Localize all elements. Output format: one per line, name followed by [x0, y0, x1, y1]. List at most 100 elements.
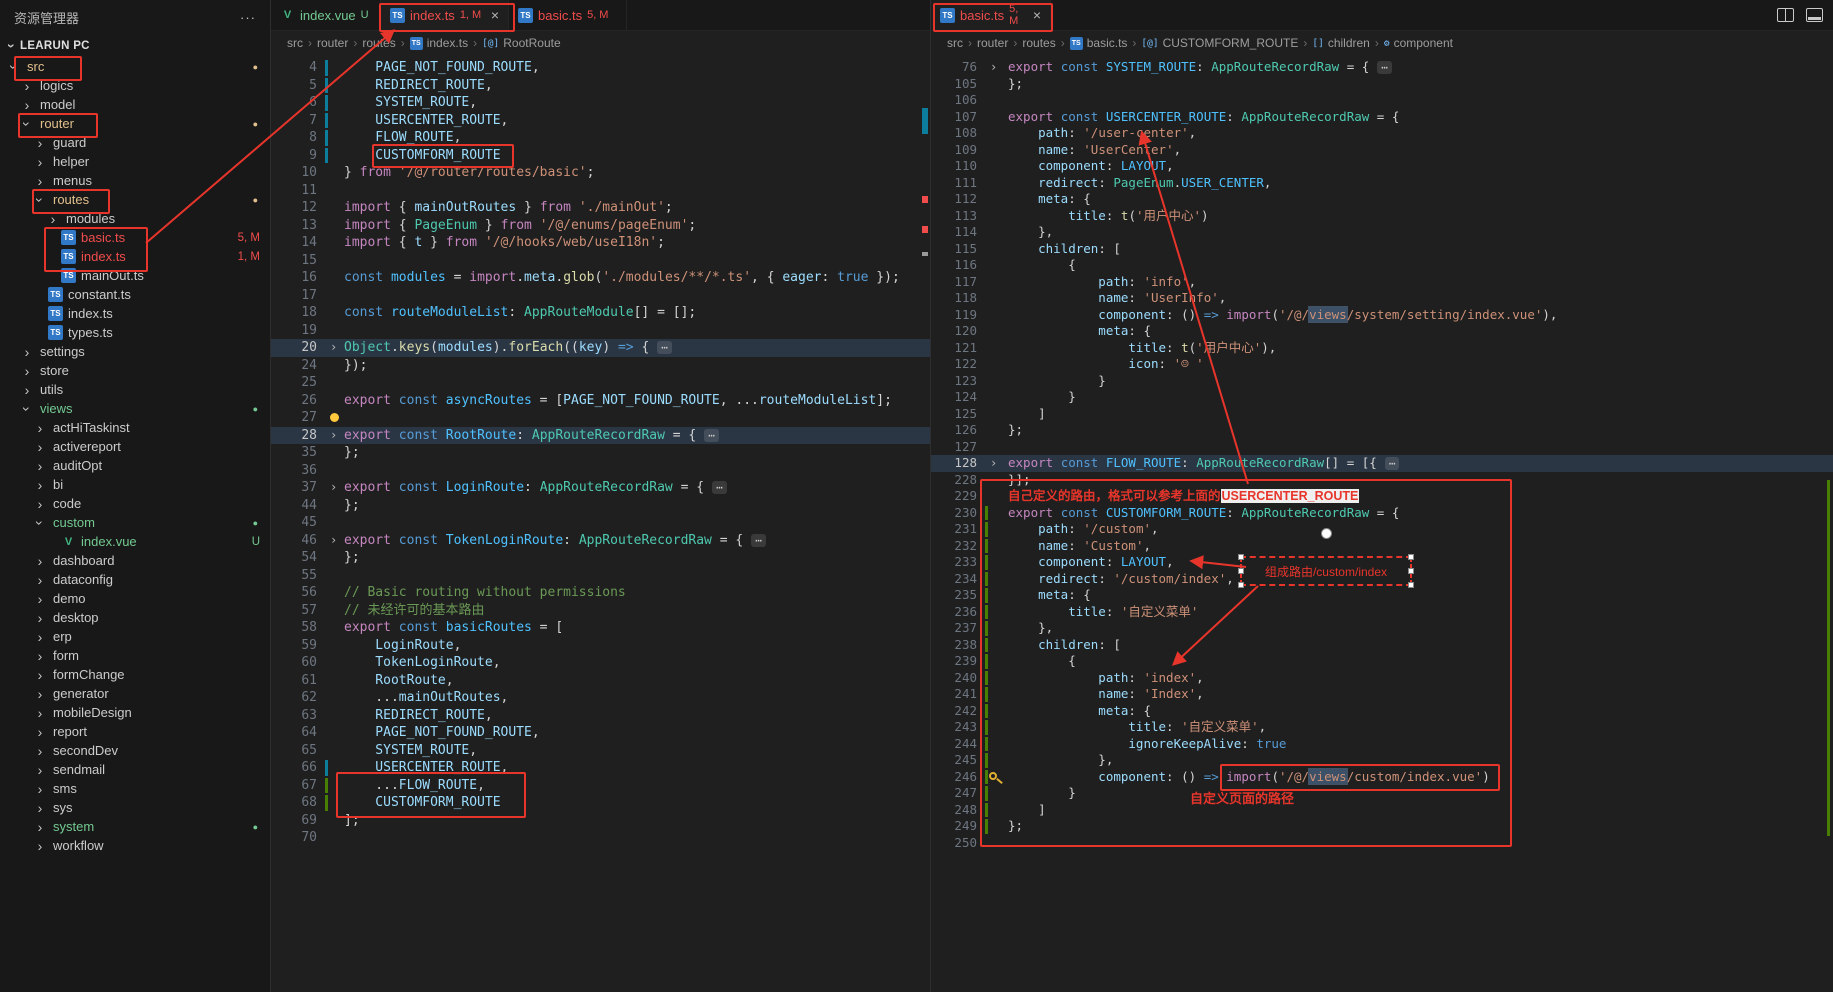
tab-index.ts[interactable]: TSindex.ts1, M× — [381, 0, 509, 30]
line-number[interactable]: 239 — [931, 653, 977, 670]
line-number[interactable]: 124 — [931, 389, 977, 406]
line-number[interactable]: 69 — [271, 812, 317, 830]
chevron-down-icon[interactable]: › — [33, 192, 47, 208]
chevron-right-icon[interactable]: › — [32, 649, 48, 663]
breadcrumb-item-component[interactable]: ⚙component — [1384, 36, 1453, 50]
tab-index.vue[interactable]: Vindex.vueU — [271, 0, 381, 30]
tree-item-demo[interactable]: ›demo — [0, 589, 270, 608]
line-number[interactable]: 113 — [931, 208, 977, 225]
line-number[interactable]: 230 — [931, 505, 977, 522]
line-number[interactable]: 125 — [931, 406, 977, 423]
line-number[interactable]: 229 — [931, 488, 977, 505]
chevron-right-icon[interactable]: › — [32, 839, 48, 853]
tree-item-utils[interactable]: ›utils — [0, 380, 270, 399]
tree-item-bi[interactable]: ›bi — [0, 475, 270, 494]
tree-item-constant.ts[interactable]: TSconstant.ts — [0, 285, 270, 304]
tree-item-dataconfig[interactable]: ›dataconfig — [0, 570, 270, 589]
line-number[interactable]: 120 — [931, 323, 977, 340]
line-number[interactable]: 232 — [931, 538, 977, 555]
line-number[interactable]: 234 — [931, 571, 977, 588]
line-number[interactable]: 242 — [931, 703, 977, 720]
chevron-right-icon[interactable]: › — [32, 554, 48, 568]
tree-item-code[interactable]: ›code — [0, 494, 270, 513]
breadcrumb-item-src[interactable]: src — [947, 36, 963, 50]
tree-item-logics[interactable]: ›logics — [0, 76, 270, 95]
tree-item-custom[interactable]: ›custom● — [0, 513, 270, 532]
tree-item-formChange[interactable]: ›formChange — [0, 665, 270, 684]
explorer-more-button[interactable]: ··· — [240, 10, 256, 25]
line-number[interactable]: 45 — [271, 514, 317, 532]
chevron-right-icon[interactable]: › — [32, 630, 48, 644]
tree-item-secondDev[interactable]: ›secondDev — [0, 741, 270, 760]
line-number[interactable]: 25 — [271, 374, 317, 392]
line-number[interactable]: 106 — [931, 92, 977, 109]
line-number[interactable]: 54 — [271, 549, 317, 567]
tree-item-router[interactable]: ›router● — [0, 114, 270, 133]
tree-item-sms[interactable]: ›sms — [0, 779, 270, 798]
line-number[interactable]: 105 — [931, 76, 977, 93]
line-number[interactable]: 4 — [271, 59, 317, 77]
line-number[interactable]: 247 — [931, 785, 977, 802]
line-number[interactable]: 37 — [271, 479, 317, 497]
tree-item-report[interactable]: ›report — [0, 722, 270, 741]
line-number[interactable]: 128 — [931, 455, 977, 472]
project-root[interactable]: › LEARUN PC — [0, 34, 270, 57]
chevron-right-icon[interactable]: › — [32, 573, 48, 587]
line-number[interactable]: 44 — [271, 497, 317, 515]
chevron-right-icon[interactable]: › — [32, 763, 48, 777]
tree-item-sys[interactable]: ›sys — [0, 798, 270, 817]
line-number[interactable]: 24 — [271, 357, 317, 375]
close-icon[interactable]: × — [491, 7, 499, 23]
tree-item-activereport[interactable]: ›activereport — [0, 437, 270, 456]
line-number[interactable]: 14 — [271, 234, 317, 252]
split-editor-button[interactable] — [1777, 8, 1794, 22]
tree-item-auditOpt[interactable]: ›auditOpt — [0, 456, 270, 475]
line-number[interactable]: 108 — [931, 125, 977, 142]
line-number[interactable]: 107 — [931, 109, 977, 126]
line-number[interactable]: 27 — [271, 409, 317, 427]
line-number[interactable]: 250 — [931, 835, 977, 852]
breadcrumb-item-router[interactable]: router — [977, 36, 1008, 50]
line-number[interactable]: 121 — [931, 340, 977, 357]
line-number[interactable]: 237 — [931, 620, 977, 637]
folded-ellipsis[interactable]: ⋯ — [1377, 61, 1392, 74]
breadcrumb-item-basic.ts[interactable]: TSbasic.ts — [1070, 36, 1128, 50]
chevron-down-icon[interactable]: › — [20, 116, 34, 132]
folded-ellipsis[interactable]: ⋯ — [704, 429, 719, 442]
line-number[interactable]: 117 — [931, 274, 977, 291]
chevron-right-icon[interactable]: › — [32, 459, 48, 473]
chevron-down-icon[interactable]: › — [20, 401, 34, 417]
fold-chevron-icon[interactable]: › — [330, 427, 337, 445]
chevron-right-icon[interactable]: › — [32, 801, 48, 815]
line-number[interactable]: 35 — [271, 444, 317, 462]
line-number[interactable]: 109 — [931, 142, 977, 159]
line-number[interactable]: 20 — [271, 339, 317, 357]
tree-item-form[interactable]: ›form — [0, 646, 270, 665]
folded-ellipsis[interactable]: ⋯ — [712, 481, 727, 494]
line-number[interactable]: 65 — [271, 742, 317, 760]
line-number[interactable]: 66 — [271, 759, 317, 777]
chevron-right-icon[interactable]: › — [32, 497, 48, 511]
line-number[interactable]: 13 — [271, 217, 317, 235]
tree-item-modules[interactable]: ›modules — [0, 209, 270, 228]
line-number[interactable]: 238 — [931, 637, 977, 654]
tree-item-system[interactable]: ›system● — [0, 817, 270, 836]
layout-button[interactable] — [1806, 8, 1823, 22]
tab-basic.ts[interactable]: TSbasic.ts5, M× — [931, 0, 1051, 30]
fold-chevron-icon[interactable]: › — [990, 455, 997, 472]
line-number[interactable]: 246 — [931, 769, 977, 786]
line-number[interactable]: 116 — [931, 257, 977, 274]
line-number[interactable]: 243 — [931, 719, 977, 736]
line-number[interactable]: 64 — [271, 724, 317, 742]
line-number[interactable]: 63 — [271, 707, 317, 725]
chevron-right-icon[interactable]: › — [19, 98, 35, 112]
chevron-right-icon[interactable]: › — [32, 687, 48, 701]
chevron-right-icon[interactable]: › — [32, 440, 48, 454]
chevron-right-icon[interactable]: › — [32, 136, 48, 150]
chevron-right-icon[interactable]: › — [32, 592, 48, 606]
fold-chevron-icon[interactable]: › — [330, 339, 337, 357]
line-number[interactable]: 122 — [931, 356, 977, 373]
tree-item-erp[interactable]: ›erp — [0, 627, 270, 646]
chevron-right-icon[interactable]: › — [32, 706, 48, 720]
line-number[interactable]: 233 — [931, 554, 977, 571]
